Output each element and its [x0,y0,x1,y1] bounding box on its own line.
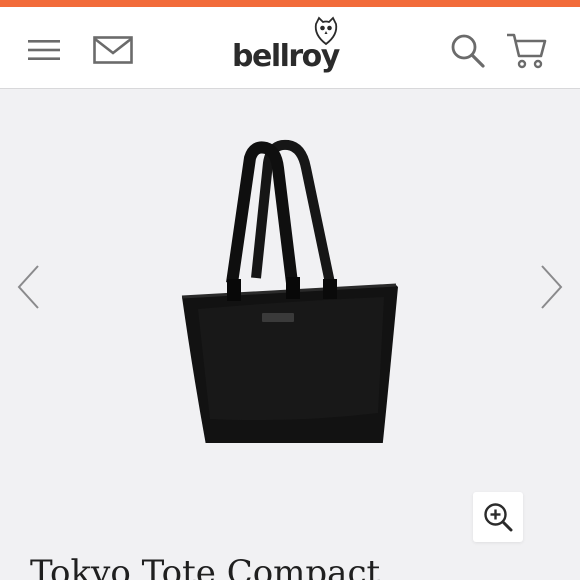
zoom-button[interactable] [473,492,523,542]
search-icon [451,34,485,68]
product-image-gallery[interactable]: Tokyo Tote Compact [0,89,580,580]
cart-button[interactable] [502,27,552,75]
accent-top-bar [0,0,580,7]
product-title: Tokyo Tote Compact [30,553,381,580]
menu-button[interactable] [22,31,66,69]
mail-button[interactable] [88,31,138,69]
owl-logo-icon [314,16,338,46]
site-header: bellroy [0,7,580,89]
next-image-button[interactable] [532,259,572,315]
mail-icon [93,36,133,64]
bellroy-logo[interactable]: bellroy [232,15,352,85]
zoom-in-icon [484,503,513,532]
hamburger-menu-icon [28,40,60,60]
search-button[interactable] [446,29,490,73]
product-image [181,139,398,443]
previous-image-button[interactable] [8,259,48,315]
chevron-right-icon [541,265,563,309]
cart-icon [507,33,547,69]
chevron-left-icon [17,265,39,309]
